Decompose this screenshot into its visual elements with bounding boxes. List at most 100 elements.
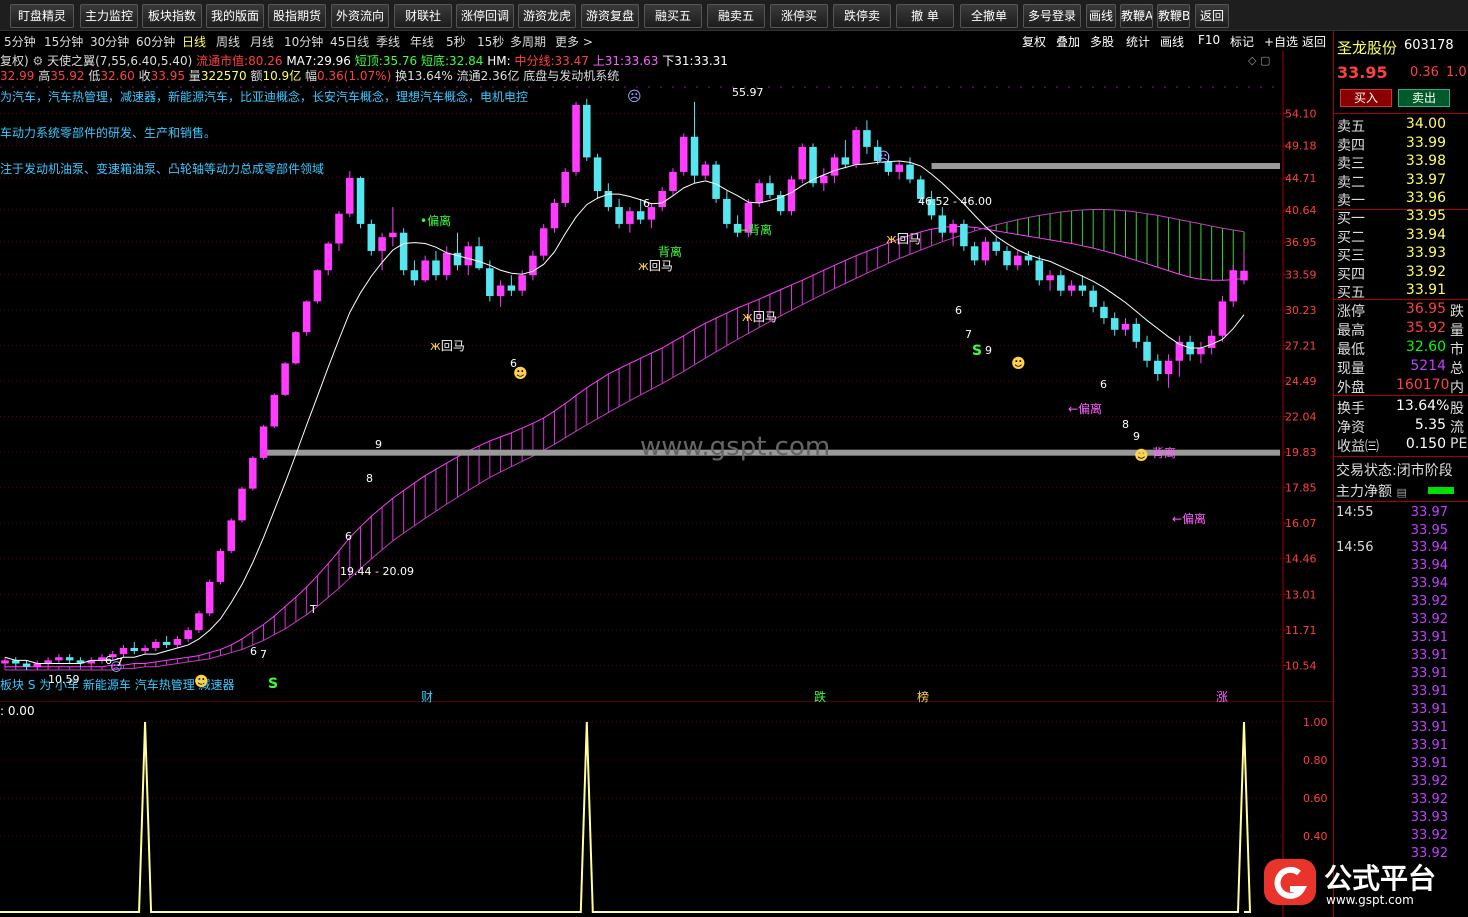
toolbar-button[interactable]: 涨停回调 xyxy=(456,4,514,28)
quote-row: 涨停 36.95 跌 xyxy=(1336,301,1467,320)
main-flow: 主力净额 ▤ xyxy=(1336,484,1407,500)
chart-tool-button[interactable]: 画线 xyxy=(1160,33,1184,50)
quote-label: 最低 xyxy=(1337,342,1365,358)
toolbar-button[interactable]: 涨停买 xyxy=(770,4,828,28)
period-tab[interactable]: 15秒 xyxy=(477,33,504,50)
candle-body xyxy=(335,213,343,244)
toolbar-button[interactable]: 主力监控 xyxy=(80,4,138,28)
signal-s: S xyxy=(268,676,279,692)
toolbar-button[interactable]: 我的版面 xyxy=(206,4,264,28)
quote-label: 买二 xyxy=(1337,229,1365,246)
period-tab[interactable]: 5分钟 xyxy=(4,33,36,50)
toolbar-button[interactable]: 融买五 xyxy=(644,4,702,28)
price-tick-label: 44.71 xyxy=(1285,172,1317,185)
period-tab[interactable]: 季线 xyxy=(376,33,400,50)
period-tab[interactable]: 年线 xyxy=(410,33,434,50)
toolbar-button[interactable]: 外资流向 xyxy=(331,4,389,28)
candle-body xyxy=(1110,318,1119,330)
list-icon[interactable]: ▤ xyxy=(1396,486,1406,499)
quote-row: 最低 32.60 市 xyxy=(1336,339,1467,358)
chart-tool-button[interactable]: F10 xyxy=(1198,33,1220,47)
toolbar-button[interactable]: 游资龙虎 xyxy=(518,4,576,28)
count-6: 6 xyxy=(510,357,517,370)
event-die[interactable]: 跌 xyxy=(814,688,826,705)
chart-tool-button[interactable]: 统计 xyxy=(1126,33,1150,50)
candle-body xyxy=(690,136,699,176)
candle-body xyxy=(1089,290,1097,307)
quote-cut-label: 股 xyxy=(1450,401,1464,417)
period-tab[interactable]: 多周期 xyxy=(510,33,546,50)
quote-label: 卖二 xyxy=(1337,174,1365,191)
candle-body xyxy=(1240,270,1248,281)
event-bang[interactable]: 榜 xyxy=(917,688,929,705)
count-6: 6 xyxy=(250,645,257,658)
sell-button[interactable]: 卖出 xyxy=(1398,89,1450,107)
tick-price: 33.91 xyxy=(1410,666,1448,681)
candle-body xyxy=(389,232,397,238)
quote-value: 33.97 xyxy=(1405,171,1446,188)
period-tab[interactable]: 60分钟 xyxy=(136,33,175,50)
quote-label: 买三 xyxy=(1337,248,1365,264)
chart-tool-button[interactable]: 复权 xyxy=(1022,33,1046,50)
toolbar-button[interactable]: 财联社 xyxy=(394,4,452,28)
period-tab[interactable]: 更多 > xyxy=(555,33,593,50)
period-tab[interactable]: 30分钟 xyxy=(90,33,129,50)
toolbar-button[interactable]: 教鞭A xyxy=(1120,4,1153,28)
quote-label: 现量 xyxy=(1337,361,1365,377)
tick-price: 33.91 xyxy=(1410,630,1448,645)
toolbar-button[interactable]: 跌停卖 xyxy=(833,4,891,28)
toolbar-button[interactable]: 全撤单 xyxy=(960,4,1018,28)
sad-face-icon: ☹ xyxy=(627,89,642,105)
period-tab[interactable]: 日线 xyxy=(182,33,206,50)
quote-label: 收益㈢ xyxy=(1337,439,1379,455)
period-tab[interactable]: 10分钟 xyxy=(284,33,323,50)
period-tab[interactable]: 月线 xyxy=(250,33,274,50)
support-resistance-band xyxy=(931,163,1280,170)
toolbar-button[interactable]: 游资复盘 xyxy=(581,4,639,28)
event-zhang[interactable]: 涨 xyxy=(1216,688,1228,705)
candle-body xyxy=(324,243,332,271)
period-tab[interactable]: 5秒 xyxy=(446,33,466,50)
tick-price: 33.91 xyxy=(1410,648,1448,663)
tick-row: 33.91 xyxy=(1336,648,1467,666)
top-toolbar: 盯盘精灵 主力监控 板块指数 我的版面 股指期货 外资流向 财联社 涨停回调 游资龙虎 游资复盘融… xyxy=(0,0,1468,31)
smiley-icon: ☻ xyxy=(1134,448,1149,464)
period-tab[interactable]: 周线 xyxy=(216,33,240,50)
toolbar-button[interactable]: 画线 xyxy=(1086,4,1116,28)
event-cai[interactable]: 财 xyxy=(421,688,433,705)
toolbar-button[interactable]: 板块指数 xyxy=(142,4,202,28)
candle-body xyxy=(227,520,236,551)
count-7: 7 xyxy=(116,656,123,669)
count-6: 6 xyxy=(955,304,962,317)
chart-options-icon[interactable]: ◇ ▢ xyxy=(1248,54,1270,67)
candle-body xyxy=(367,223,376,251)
trade-status: 交易状态:闭市阶段 xyxy=(1336,463,1453,479)
quote-label: 买一 xyxy=(1337,211,1365,227)
toolbar-button[interactable]: 盯盘精灵 xyxy=(10,4,74,28)
period-tab[interactable]: 45日线 xyxy=(330,33,369,50)
toolbar-button[interactable]: 返回 xyxy=(1195,4,1229,28)
quote-value: 34.00 xyxy=(1405,116,1446,132)
toolbar-button[interactable]: 教鞭B xyxy=(1157,4,1190,28)
candle-body xyxy=(259,426,268,458)
toolbar-button[interactable]: 融卖五 xyxy=(707,4,765,28)
butterfly-icon: ж xyxy=(638,259,649,273)
gear-icon[interactable]: ⚙ xyxy=(33,54,44,68)
chart-tool-button[interactable]: 叠加 xyxy=(1056,33,1080,50)
chart-tool-button[interactable]: 标记 xyxy=(1230,33,1254,50)
logo-g-icon xyxy=(1264,859,1316,905)
period-tab[interactable]: 15分钟 xyxy=(44,33,83,50)
price-tick-label: 49.18 xyxy=(1285,140,1317,153)
toolbar-button[interactable]: 股指期货 xyxy=(268,4,326,28)
price-tick-label: 17.85 xyxy=(1285,482,1317,495)
buy-button[interactable]: 买入 xyxy=(1340,89,1392,107)
candle-body xyxy=(421,260,429,281)
candle-body xyxy=(787,179,796,212)
toolbar-button[interactable]: 撤 单 xyxy=(896,4,954,28)
candle-body xyxy=(378,237,386,251)
chart-tool-button[interactable]: 返回 xyxy=(1302,33,1326,50)
chart-tool-button[interactable]: 多股 xyxy=(1090,33,1114,50)
chart-tool-button[interactable]: +自选 xyxy=(1264,33,1298,50)
toolbar-button[interactable]: 多号登录 xyxy=(1023,4,1081,28)
butterfly-icon: ж xyxy=(430,339,441,353)
